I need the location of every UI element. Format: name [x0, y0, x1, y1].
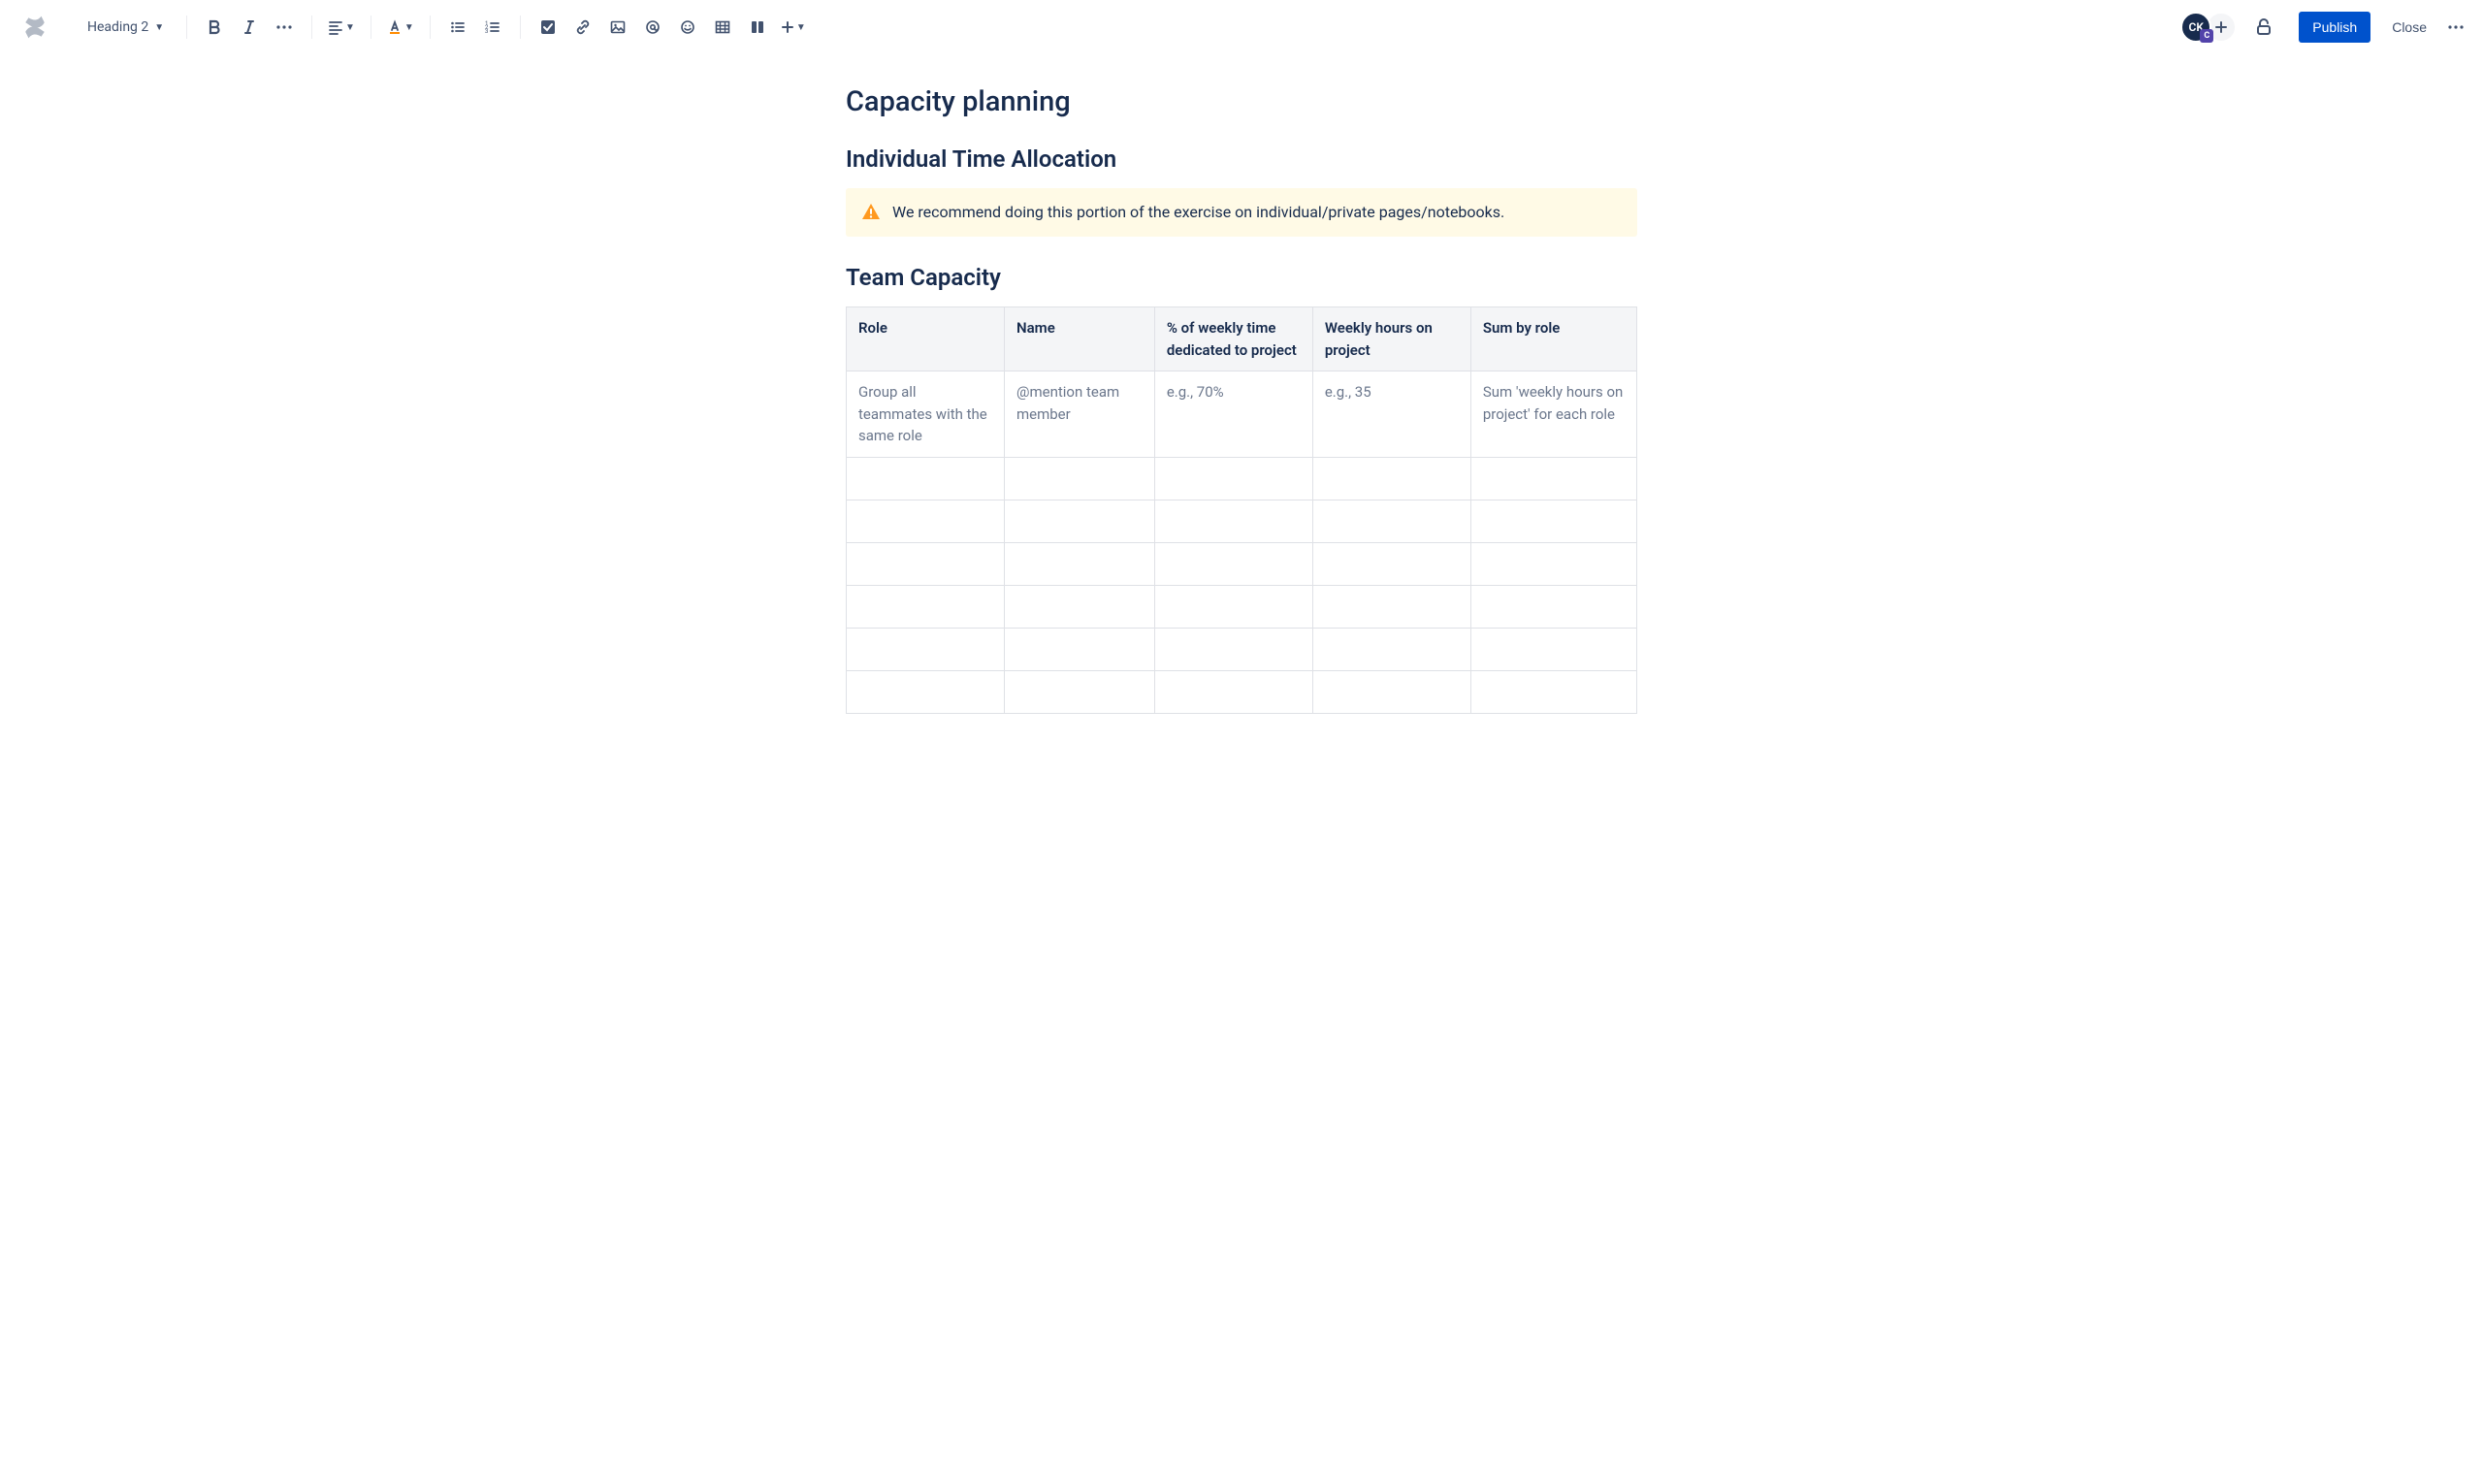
restrictions-button[interactable]: [2248, 12, 2279, 43]
table-header[interactable]: % of weekly time dedicated to project: [1154, 307, 1312, 371]
page-title[interactable]: Capacity planning: [846, 85, 1637, 118]
chevron-down-icon: ▼: [154, 22, 164, 33]
table-row: Group all teammates with the same role@m…: [847, 371, 1637, 458]
section-heading-team[interactable]: Team Capacity: [846, 264, 1637, 291]
table-cell[interactable]: [1005, 457, 1155, 500]
text-color-button[interactable]: ▼: [383, 12, 418, 43]
table-cell[interactable]: [847, 542, 1005, 585]
close-button[interactable]: Close: [2382, 12, 2436, 43]
presence-avatar-stack: CK C: [2180, 12, 2237, 43]
table-header[interactable]: Weekly hours on project: [1312, 307, 1470, 371]
table-cell[interactable]: [1312, 542, 1470, 585]
table-cell[interactable]: [1005, 670, 1155, 713]
insert-more-button[interactable]: ▼: [777, 12, 810, 43]
table-cell[interactable]: [1005, 542, 1155, 585]
layouts-button[interactable]: [742, 12, 773, 43]
table-cell[interactable]: [1154, 628, 1312, 670]
table-cell[interactable]: [1470, 670, 1636, 713]
toolbar-separator: [520, 16, 521, 39]
table-header-row: Role Name % of weekly time dedicated to …: [847, 307, 1637, 371]
bold-button[interactable]: [199, 12, 230, 43]
table-cell[interactable]: [1312, 670, 1470, 713]
table-cell[interactable]: [1312, 628, 1470, 670]
table-cell[interactable]: [1005, 500, 1155, 542]
image-button[interactable]: [602, 12, 633, 43]
table-cell[interactable]: Sum 'weekly hours on project' for each r…: [1470, 371, 1636, 458]
svg-text:3: 3: [485, 28, 488, 35]
table-row: [847, 585, 1637, 628]
editor-toolbar: Heading 2 ▼ ▼ ▼ 123: [0, 0, 2483, 54]
table-cell[interactable]: [847, 628, 1005, 670]
toolbar-separator: [186, 16, 187, 39]
table-header[interactable]: Sum by role: [1470, 307, 1636, 371]
table-cell[interactable]: Group all teammates with the same role: [847, 371, 1005, 458]
table-cell[interactable]: [1470, 500, 1636, 542]
table-cell[interactable]: [847, 457, 1005, 500]
table-cell[interactable]: [1312, 500, 1470, 542]
table-cell[interactable]: [1154, 457, 1312, 500]
table-header[interactable]: Role: [847, 307, 1005, 371]
more-formatting-button[interactable]: [269, 12, 300, 43]
numbered-list-button[interactable]: 123: [477, 12, 508, 43]
team-capacity-table[interactable]: Role Name % of weekly time dedicated to …: [846, 306, 1637, 714]
table-cell[interactable]: [847, 670, 1005, 713]
text-style-select[interactable]: Heading 2 ▼: [78, 14, 175, 41]
table-cell[interactable]: [1154, 670, 1312, 713]
table-cell[interactable]: [1470, 585, 1636, 628]
italic-button[interactable]: [234, 12, 265, 43]
chevron-down-icon: ▼: [796, 22, 806, 33]
confluence-logo[interactable]: [19, 12, 50, 43]
table-cell[interactable]: [1005, 628, 1155, 670]
table-cell[interactable]: [847, 500, 1005, 542]
table-cell[interactable]: e.g., 35: [1312, 371, 1470, 458]
section-heading-individual[interactable]: Individual Time Allocation: [846, 145, 1637, 173]
table-row: [847, 542, 1637, 585]
action-item-button[interactable]: [532, 12, 564, 43]
warning-text: We recommend doing this portion of the e…: [892, 202, 1504, 223]
table-row: [847, 457, 1637, 500]
table-cell[interactable]: [1470, 628, 1636, 670]
table-cell[interactable]: [1312, 457, 1470, 500]
alignment-button[interactable]: ▼: [324, 12, 359, 43]
toolbar-separator: [430, 16, 431, 39]
toolbar-separator: [311, 16, 312, 39]
chevron-down-icon: ▼: [345, 22, 355, 33]
mention-button[interactable]: [637, 12, 668, 43]
more-actions-button[interactable]: [2440, 12, 2471, 43]
table-row: [847, 628, 1637, 670]
text-style-label: Heading 2: [87, 19, 148, 35]
table-cell[interactable]: [1470, 457, 1636, 500]
table-row: [847, 670, 1637, 713]
table-cell[interactable]: [1005, 585, 1155, 628]
table-button[interactable]: [707, 12, 738, 43]
table-row: [847, 500, 1637, 542]
publish-button[interactable]: Publish: [2299, 12, 2370, 43]
warning-icon: [861, 202, 881, 221]
user-avatar[interactable]: CK C: [2180, 12, 2211, 43]
table-cell[interactable]: [1470, 542, 1636, 585]
chevron-down-icon: ▼: [404, 22, 414, 33]
table-cell[interactable]: [1154, 542, 1312, 585]
table-header[interactable]: Name: [1005, 307, 1155, 371]
warning-panel[interactable]: We recommend doing this portion of the e…: [846, 188, 1637, 237]
link-button[interactable]: [567, 12, 598, 43]
table-cell[interactable]: e.g., 70%: [1154, 371, 1312, 458]
table-cell[interactable]: @mention team member: [1005, 371, 1155, 458]
emoji-button[interactable]: [672, 12, 703, 43]
table-cell[interactable]: [1312, 585, 1470, 628]
bullet-list-button[interactable]: [442, 12, 473, 43]
editor-content[interactable]: Capacity planning Individual Time Alloca…: [834, 54, 1649, 776]
avatar-badge: C: [2200, 29, 2213, 43]
table-cell[interactable]: [1154, 500, 1312, 542]
table-cell[interactable]: [847, 585, 1005, 628]
table-cell[interactable]: [1154, 585, 1312, 628]
